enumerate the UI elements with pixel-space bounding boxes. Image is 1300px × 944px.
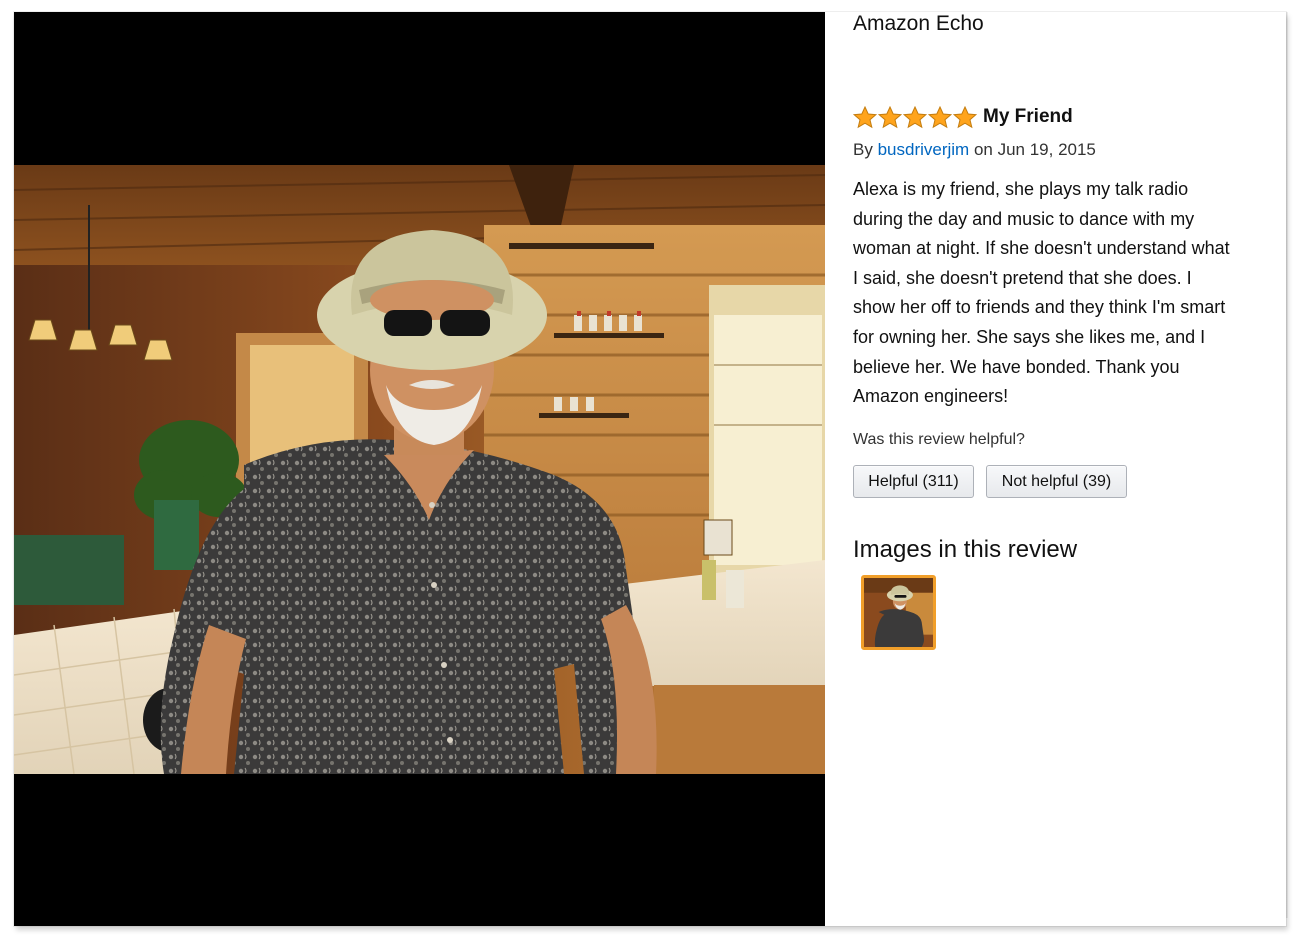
review-body-line: for owning her. She says she likes me, a… (853, 326, 1206, 347)
review-body-line: Amazon engineers! (853, 386, 1009, 407)
not-helpful-button[interactable]: Not helpful (39) (986, 465, 1127, 498)
product-title[interactable]: Amazon Echo (853, 12, 984, 36)
star-icon (853, 105, 877, 128)
byline-prefix: By (853, 140, 873, 159)
review-photo[interactable] (14, 165, 825, 774)
review-image-thumbnail[interactable] (861, 575, 936, 650)
author-link[interactable]: busdriverjim (878, 140, 970, 159)
review-date: on Jun 19, 2015 (973, 140, 1096, 159)
review-header: My Friend (853, 105, 1073, 129)
star-icon (953, 105, 977, 128)
images-section-heading: Images in this review (853, 536, 1078, 563)
review-body-line: show her off to friends and they think I… (853, 297, 1226, 318)
star-icon (878, 105, 902, 128)
star-icon (928, 105, 952, 128)
review-byline: By busdriverjim on Jun 19, 2015 (853, 139, 1096, 161)
review-body-line: woman at night. If she doesn't understan… (853, 238, 1230, 259)
review-body: Alexa is my friend, she plays my talk ra… (853, 175, 1281, 412)
image-viewer (14, 12, 825, 926)
review-body-line: during the day and music to dance with m… (853, 208, 1195, 229)
review-body-line: I said, she doesn't pretend that she doe… (853, 267, 1192, 288)
helpful-question: Was this review helpful? (853, 431, 1025, 448)
star-icon (903, 105, 927, 128)
review-body-line: believe her. We have bonded. Thank you (853, 356, 1180, 377)
review-title: My Friend (983, 106, 1073, 127)
review-image-modal: Amazon Echo My Friend By busdriverjim on… (14, 12, 1286, 926)
helpful-button[interactable]: Helpful (311) (853, 465, 974, 498)
star-rating (853, 105, 977, 129)
review-body-line: Alexa is my friend, she plays my talk ra… (853, 179, 1189, 199)
